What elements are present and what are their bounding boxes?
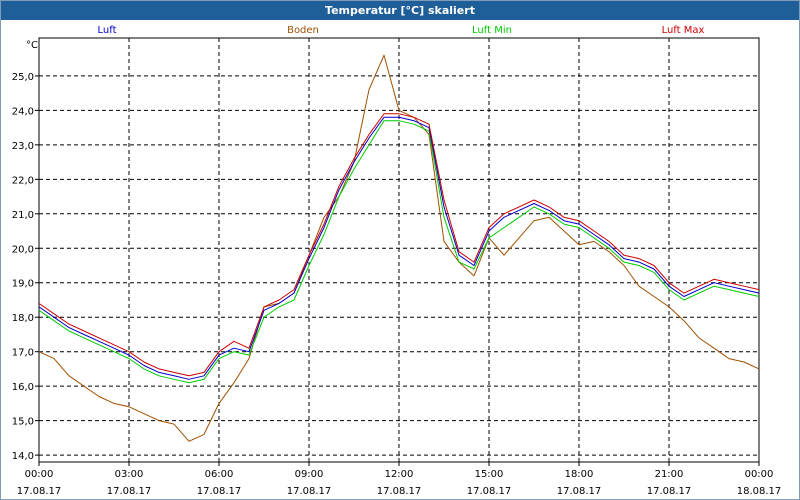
x-tick-time-label: 03:00	[115, 469, 144, 480]
y-tick-label: 25,0	[12, 72, 34, 83]
x-tick-date-label: 17.08.17	[197, 486, 242, 497]
legend-entry-luft-max: Luft Max	[662, 25, 705, 36]
y-tick-label: 14,0	[12, 451, 34, 462]
temperature-chart: 14,0 15,0 16,0 17,0 18,0 19,0 20,0 21,0 22,0 23,0…	[12, 25, 782, 497]
x-tick-date-label: 17.08.17	[17, 486, 62, 497]
y-tick-label: 17,0	[12, 348, 34, 359]
y-axis-unit: °C	[26, 40, 38, 51]
x-tick-time-label: 00:00	[25, 469, 54, 480]
x-tick-date-label: 17.08.17	[377, 486, 422, 497]
legend-entry-luft: Luft	[98, 25, 117, 36]
x-tick-time-label: 21:00	[655, 469, 684, 480]
legend-entry-boden: Boden	[287, 25, 319, 36]
y-tick-label: 19,0	[12, 279, 34, 290]
x-tick-date-label: 17.08.17	[467, 486, 512, 497]
y-tick-label: 21,0	[12, 210, 34, 221]
y-tick-label: 20,0	[12, 244, 34, 255]
x-tick-time-label: 15:00	[475, 469, 504, 480]
x-tick-date-label: 17.08.17	[107, 486, 152, 497]
x-tick-time-label: 12:00	[385, 469, 414, 480]
x-tick-date-label: 17.08.17	[557, 486, 602, 497]
x-tick-time-label: 06:00	[205, 469, 234, 480]
y-tick-label: 18,0	[12, 313, 34, 324]
legend: Luft Boden Luft Min Luft Max	[98, 25, 705, 36]
y-tick-label: 16,0	[12, 382, 34, 393]
y-tick-label: 22,0	[12, 175, 34, 186]
y-axis-ticks: 14,0 15,0 16,0 17,0 18,0 19,0 20,0 21,0 22,0 23,0…	[12, 72, 39, 462]
y-tick-label: 24,0	[12, 106, 34, 117]
x-tick-date-label: 17.08.17	[647, 486, 692, 497]
y-tick-label: 15,0	[12, 417, 34, 428]
x-tick-date-label: 17.08.17	[287, 486, 332, 497]
x-tick-time-label: 09:00	[295, 469, 324, 480]
x-tick-time-label: 18:00	[565, 469, 594, 480]
x-tick-date-label: 18.08.17	[737, 486, 782, 497]
y-tick-label: 23,0	[12, 141, 34, 152]
grid	[39, 38, 759, 462]
x-axis-ticks: 00:00 17.08.17 03:00 17.08.17 06:00 17.08.17 0…	[17, 462, 782, 497]
x-tick-time-label: 00:00	[745, 469, 774, 480]
legend-entry-luft-min: Luft Min	[472, 25, 512, 36]
